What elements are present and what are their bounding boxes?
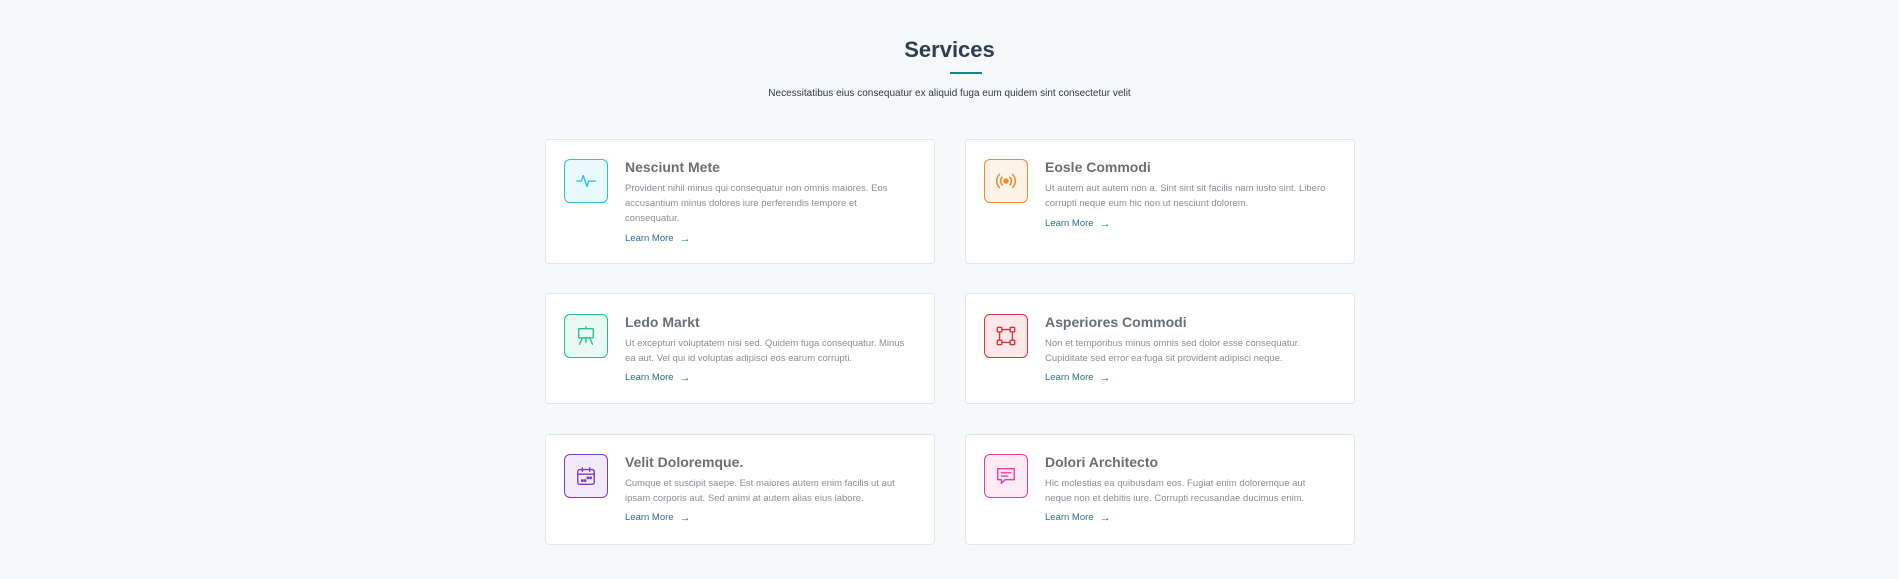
- calendar-icon: [564, 454, 608, 498]
- easel-icon: [564, 314, 608, 358]
- card-title: Velit Doloremque.: [625, 454, 744, 470]
- learn-more-link[interactable]: Learn More →: [1045, 512, 1111, 524]
- arrow-right-icon: →: [1099, 512, 1111, 524]
- arrow-right-icon: →: [1099, 218, 1111, 230]
- learn-more-link[interactable]: Learn More →: [625, 372, 691, 384]
- card-title: Nesciunt Mete: [625, 159, 720, 175]
- broadcast-icon: [984, 159, 1028, 203]
- learn-more-label: Learn More: [625, 233, 674, 244]
- learn-more-link[interactable]: Learn More →: [625, 233, 691, 245]
- card-title: Dolori Architecto: [1045, 454, 1159, 470]
- card-description: Ut excepturi voluptatem nisi sed. Quidem…: [625, 338, 905, 364]
- title-underline: [950, 72, 982, 74]
- section-subtitle: Necessitatibus eius consequatur ex aliqu…: [768, 88, 1131, 99]
- arrow-right-icon: →: [679, 512, 691, 524]
- service-card-nesciunt-mete: Nesciunt Mete Provident nihil minus qui …: [545, 139, 935, 264]
- card-description: Hic molestias ea quibusdam eos. Fugiat e…: [1045, 478, 1306, 504]
- service-card-asperiores-commodi: Asperiores Commodi Non et temporibus min…: [965, 293, 1355, 404]
- card-description: Cumque et suscipit saepe. Est maiores au…: [625, 478, 895, 504]
- service-card-velit-doloremque: Velit Doloremque. Cumque et suscipit sae…: [545, 434, 935, 545]
- learn-more-label: Learn More: [1045, 512, 1094, 523]
- learn-more-label: Learn More: [625, 512, 674, 523]
- arrow-right-icon: →: [1099, 372, 1111, 384]
- card-title: Ledo Markt: [625, 314, 700, 330]
- learn-more-label: Learn More: [625, 372, 674, 383]
- card-description: Provident nihil minus qui consequatur no…: [625, 183, 888, 224]
- activity-icon: [564, 159, 608, 203]
- learn-more-link[interactable]: Learn More →: [1045, 218, 1111, 230]
- learn-more-link[interactable]: Learn More →: [1045, 372, 1111, 384]
- card-title: Eosle Commodi: [1045, 159, 1151, 175]
- learn-more-link[interactable]: Learn More →: [625, 512, 691, 524]
- learn-more-label: Learn More: [1045, 218, 1094, 229]
- arrow-right-icon: →: [679, 372, 691, 384]
- card-title: Asperiores Commodi: [1045, 314, 1187, 330]
- card-description: Ut autem aut autem non a. Sint sint sit …: [1045, 183, 1326, 209]
- bounding-box-icon: [984, 314, 1028, 358]
- arrow-right-icon: →: [679, 233, 691, 245]
- service-card-dolori-architecto: Dolori Architecto Hic molestias ea quibu…: [965, 434, 1355, 545]
- service-card-eosle-commodi: Eosle Commodi Ut autem aut autem non a. …: [965, 139, 1355, 264]
- chat-square-text-icon: [984, 454, 1028, 498]
- learn-more-label: Learn More: [1045, 372, 1094, 383]
- section-title: Services: [904, 37, 995, 62]
- services-section: Services Necessitatibus eius consequatur…: [0, 0, 1899, 579]
- card-description: Non et temporibus minus omnis sed dolor …: [1045, 338, 1301, 364]
- service-card-ledo-markt: Ledo Markt Ut excepturi voluptatem nisi …: [545, 293, 935, 404]
